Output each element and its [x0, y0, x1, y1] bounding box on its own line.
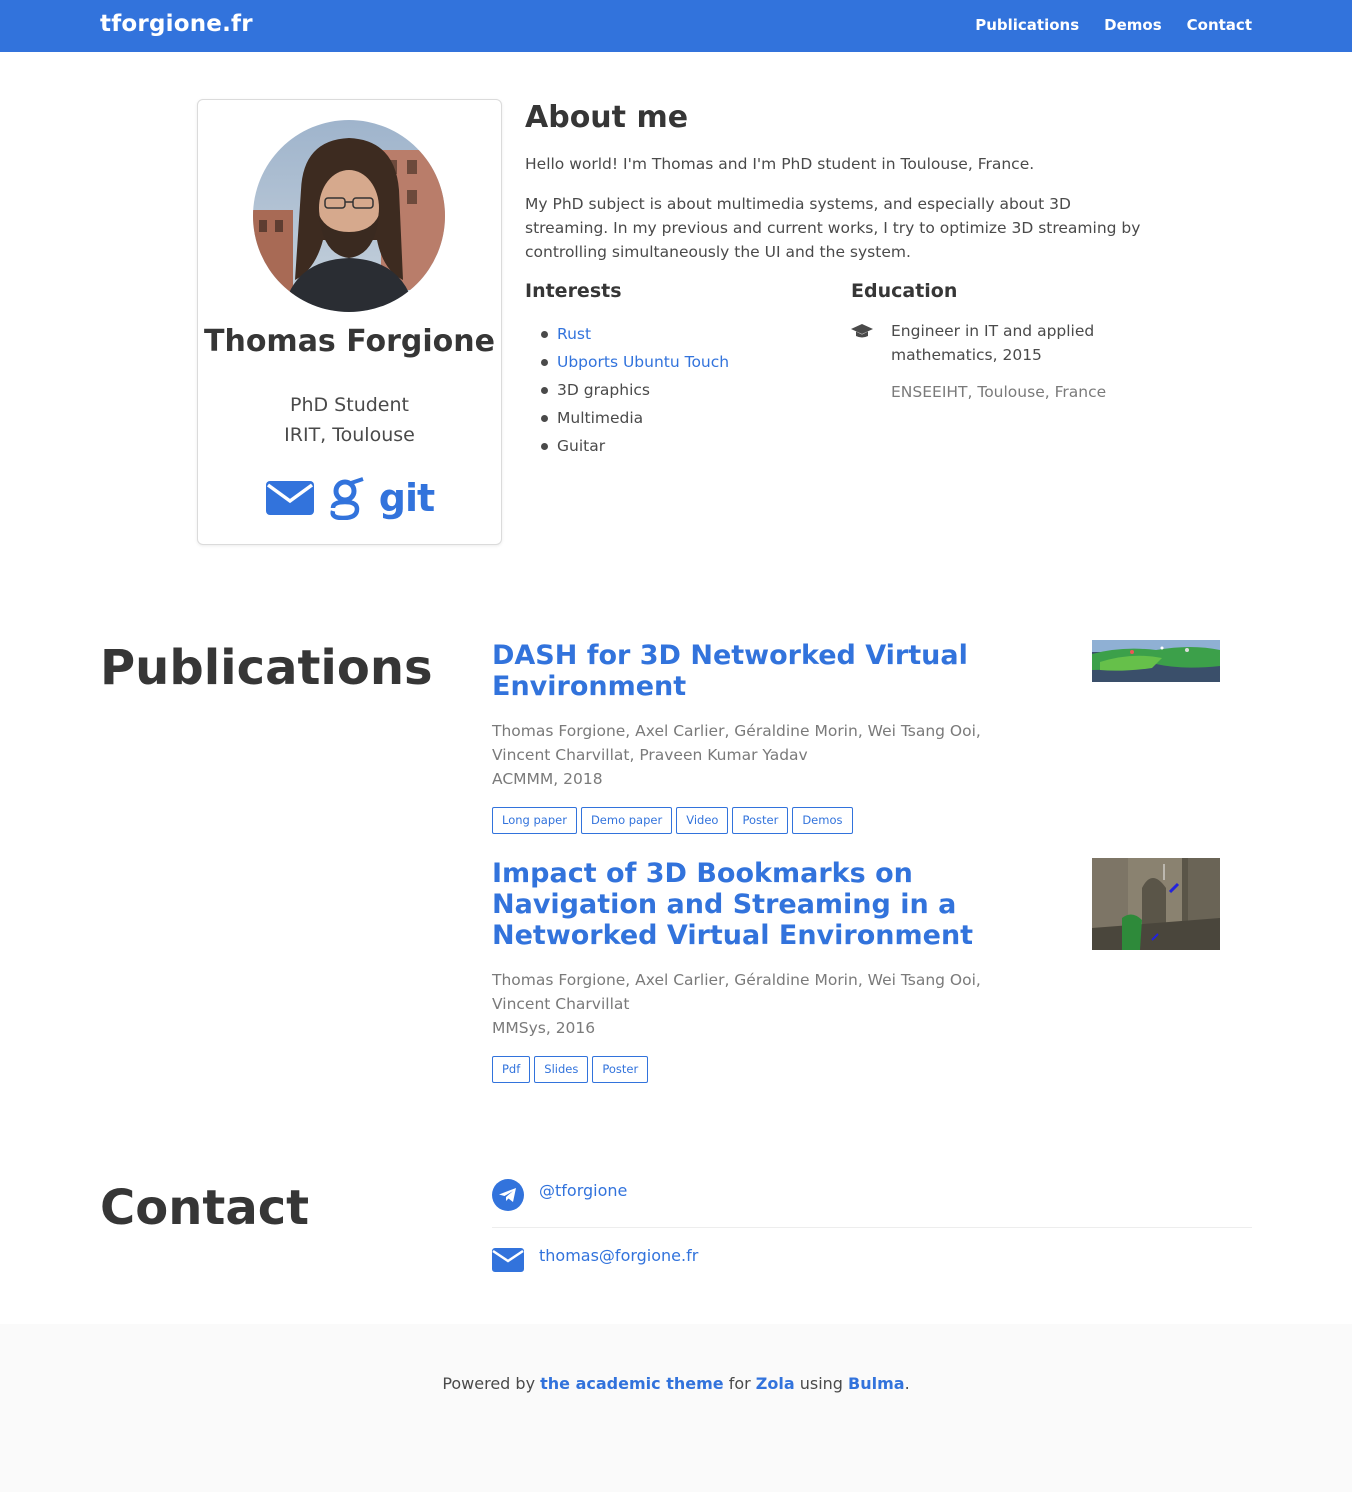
footer-prefix: Powered by — [442, 1374, 541, 1393]
publication-tags-1: Long paper Demo paper Video Poster Demos — [492, 807, 853, 834]
contact-telegram-row: @tforgione — [492, 1179, 1252, 1211]
navbar: tforgione.fr Publications Demos Contact — [0, 0, 1352, 52]
site-brand-link[interactable]: tforgione.fr — [100, 11, 253, 37]
footer-text: Powered by the academic theme for Zola u… — [0, 1374, 1352, 1393]
publication-thumbnail-1 — [1092, 640, 1220, 682]
about-title: About me — [525, 100, 689, 135]
profile-institution: IRIT, Toulouse — [284, 424, 415, 446]
footer-zola-link[interactable]: Zola — [756, 1374, 795, 1393]
list-item: Guitar — [540, 432, 729, 460]
google-scholar-icon[interactable] — [327, 476, 365, 521]
nav-menu: Publications Demos Contact — [975, 16, 1252, 34]
contact-divider — [492, 1227, 1252, 1228]
list-item: 3D graphics — [540, 376, 729, 404]
list-item: Multimedia — [540, 404, 729, 432]
contact-section-title: Contact — [100, 1180, 310, 1236]
footer-theme-link[interactable]: the academic theme — [540, 1374, 723, 1393]
tag-long-paper[interactable]: Long paper — [492, 807, 577, 834]
about-paragraph-2: My PhD subject is about multimedia syste… — [525, 195, 1141, 261]
list-item: Rust — [540, 320, 729, 348]
avatar — [253, 120, 445, 312]
profile-role: PhD Student — [290, 394, 409, 416]
interest-link-ubports[interactable]: Ubports Ubuntu Touch — [557, 353, 729, 371]
envelope-icon — [492, 1247, 524, 1277]
publication-thumbnail-2 — [1092, 858, 1220, 950]
publication-tags-2: Pdf Slides Poster — [492, 1056, 649, 1083]
publication-venue-1: ACMMM, 2018 — [492, 770, 603, 788]
footer-bulma-link[interactable]: Bulma — [848, 1374, 905, 1393]
publications-section-title: Publications — [100, 640, 433, 696]
graduation-cap-icon — [851, 322, 873, 344]
telegram-link[interactable]: @tforgione — [539, 1181, 627, 1200]
education-school: ENSEEIHT, Toulouse, France — [891, 383, 1107, 401]
email-icon[interactable] — [265, 478, 315, 518]
education-degree: Engineer in IT and applied mathematics, … — [891, 322, 1095, 364]
telegram-icon — [492, 1179, 524, 1215]
nav-item-contact[interactable]: Contact — [1187, 16, 1252, 34]
tag-pdf[interactable]: Pdf — [492, 1056, 531, 1083]
nav-item-demos[interactable]: Demos — [1104, 16, 1162, 34]
footer-using-text: using — [794, 1374, 849, 1393]
tag-poster[interactable]: Poster — [732, 807, 789, 834]
footer-suffix: . — [904, 1374, 910, 1393]
profile-links: git — [198, 476, 501, 521]
tag-demo-paper[interactable]: Demo paper — [580, 807, 673, 834]
tag-video[interactable]: Video — [676, 807, 729, 834]
interest-link-rust[interactable]: Rust — [557, 325, 591, 343]
nav-item-publications[interactable]: Publications — [975, 16, 1079, 34]
interests-list: Rust Ubports Ubuntu Touch 3D graphics Mu… — [540, 320, 729, 460]
publication-venue-2: MMSys, 2016 — [492, 1019, 596, 1037]
footer: Powered by the academic theme for Zola u… — [0, 1324, 1352, 1492]
tag-slides[interactable]: Slides — [534, 1056, 589, 1083]
tag-poster[interactable]: Poster — [592, 1056, 649, 1083]
publication-authors-2: Thomas Forgione, Axel Carlier, Géraldine… — [492, 971, 981, 1013]
education-title: Education — [851, 280, 958, 302]
publication-title-1[interactable]: DASH for 3D Networked Virtual Environmen… — [492, 640, 1052, 702]
profile-card: Thomas Forgione PhD Student IRIT, Toulou… — [197, 99, 502, 545]
footer-for-text: for — [723, 1374, 756, 1393]
profile-name: Thomas Forgione — [204, 324, 495, 359]
tag-demos[interactable]: Demos — [792, 807, 853, 834]
about-paragraph-1: Hello world! I'm Thomas and I'm PhD stud… — [525, 155, 1035, 173]
email-link[interactable]: thomas@forgione.fr — [539, 1246, 698, 1265]
git-icon[interactable]: git — [379, 478, 435, 518]
publication-authors-1: Thomas Forgione, Axel Carlier, Géraldine… — [492, 722, 981, 764]
interests-title: Interests — [525, 280, 622, 302]
publication-title-2[interactable]: Impact of 3D Bookmarks on Navigation and… — [492, 858, 1052, 951]
list-item: Ubports Ubuntu Touch — [540, 348, 729, 376]
contact-email-row: thomas@forgione.fr — [492, 1244, 1252, 1276]
